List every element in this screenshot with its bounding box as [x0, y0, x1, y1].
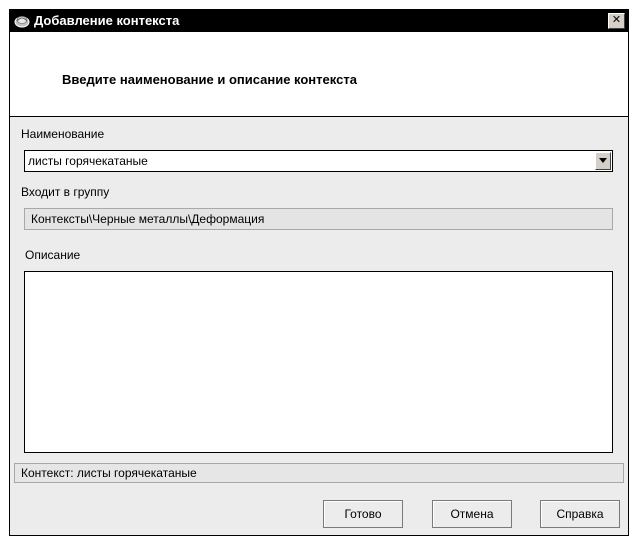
name-combobox[interactable]: листы горячекатаные — [24, 150, 613, 172]
name-value[interactable]: листы горячекатаные — [28, 154, 148, 168]
group-label: Входит в группу — [21, 185, 110, 199]
status-bar: Контекст: листы горячекатаные — [14, 463, 624, 483]
group-field: Контексты\Черные металлы\Деформация — [24, 208, 613, 230]
dropdown-button[interactable] — [595, 152, 611, 170]
title-bar[interactable]: Добавление контекста ✕ — [10, 10, 628, 32]
group-value: Контексты\Черные металлы\Деформация — [31, 212, 265, 226]
name-label: Наименование — [21, 127, 105, 141]
help-button[interactable]: Справка — [540, 500, 620, 528]
instruction-text: Введите наименование и описание контекст… — [62, 72, 357, 87]
status-text: Контекст: листы горячекатаные — [21, 466, 197, 480]
ok-button[interactable]: Готово — [323, 500, 403, 528]
header-panel: Введите наименование и описание контекст… — [10, 32, 628, 117]
close-button[interactable]: ✕ — [608, 13, 625, 29]
description-label: Описание — [25, 248, 81, 262]
context-app-icon — [14, 13, 30, 29]
cancel-button[interactable]: Отмена — [432, 500, 512, 528]
window-title: Добавление контекста — [34, 13, 180, 28]
description-textarea[interactable] — [24, 271, 613, 453]
add-context-dialog: Добавление контекста ✕ Введите наименова… — [9, 9, 629, 536]
close-icon: ✕ — [611, 14, 622, 26]
chevron-down-icon — [599, 158, 607, 163]
